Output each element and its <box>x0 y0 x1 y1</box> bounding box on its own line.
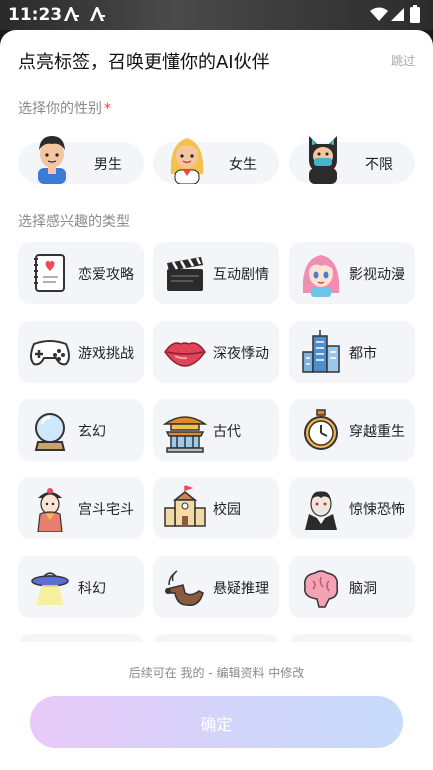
lips-icon <box>164 342 206 367</box>
ufo-icon <box>31 572 69 605</box>
anime-girl-icon <box>302 255 340 297</box>
interest-label: 恋爱攻略 <box>78 267 134 283</box>
interest-section-label: 选择感兴趣的类型 <box>18 214 130 230</box>
battery-icon <box>410 5 420 23</box>
interest-ancient[interactable]: 古代 <box>153 399 279 461</box>
clapperboard-icon <box>167 257 203 291</box>
interest-label: 游戏挑战 <box>78 346 134 362</box>
status-time: 11:23 <box>8 5 63 25</box>
boy-avatar-icon <box>38 136 66 184</box>
school-building-icon <box>164 485 206 527</box>
detective-pipe-icon <box>165 570 204 606</box>
interest-label: 宫斗宅斗 <box>78 502 134 518</box>
wifi-icon <box>370 7 388 21</box>
interest-late-night[interactable]: 深夜悸动 <box>153 321 279 383</box>
interest-label: 玄幻 <box>78 424 106 440</box>
gender-label-female: 女生 <box>229 157 257 173</box>
palace-lady-icon <box>37 488 63 532</box>
city-buildings-icon <box>302 330 340 373</box>
a-logo-icon <box>90 7 105 21</box>
interest-horror[interactable]: 惊悚恐怖 <box>289 477 415 539</box>
gender-label-male: 男生 <box>94 157 122 173</box>
required-mark: * <box>104 101 111 117</box>
stopwatch-icon <box>304 409 338 450</box>
interest-label: 脑洞 <box>349 581 377 597</box>
interest-urban[interactable]: 都市 <box>289 321 415 383</box>
interest-label: 都市 <box>349 346 377 362</box>
status-bar: 11:23 <box>0 0 433 30</box>
crystal-ball-icon <box>34 413 66 451</box>
interest-grid: 恋爱攻略 互动剧情 影视动漫 游戏挑战 深夜悸动 都市 玄幻 古代 穿越重生 宫… <box>18 242 418 652</box>
gamepad-icon <box>30 340 70 366</box>
interest-label: 古代 <box>213 424 241 440</box>
interest-time-travel[interactable]: 穿越重生 <box>289 399 415 461</box>
love-diary-icon <box>34 254 65 292</box>
interest-label: 深夜悸动 <box>213 346 269 362</box>
interest-label: 科幻 <box>78 581 106 597</box>
interest-interactive-story[interactable]: 互动剧情 <box>153 242 279 304</box>
confirm-button-label: 确定 <box>200 715 233 734</box>
interest-brain-hole[interactable]: 脑洞 <box>289 556 415 618</box>
cat-ninja-avatar-icon <box>309 136 337 184</box>
vampire-icon <box>305 491 337 530</box>
signal-icon <box>391 8 404 21</box>
brain-icon <box>303 570 339 608</box>
confirm-button[interactable]: 确定 <box>30 696 403 748</box>
interest-game-challenge[interactable]: 游戏挑战 <box>18 321 144 383</box>
interest-fantasy[interactable]: 玄幻 <box>18 399 144 461</box>
interest-scifi[interactable]: 科幻 <box>18 556 144 618</box>
interest-tag-sheet: 点亮标签，召唤更懂你的AI伙伴 跳过 选择你的性别 * 男生 女生 不限 选择感… <box>0 30 433 770</box>
girl-avatar-icon <box>170 138 204 184</box>
interest-palace-intrigue[interactable]: 宫斗宅斗 <box>18 477 144 539</box>
interest-label: 惊悚恐怖 <box>349 502 405 518</box>
interest-label: 悬疑推理 <box>213 581 269 597</box>
gender-option-female[interactable]: 女生 <box>153 138 279 184</box>
edit-later-hint: 后续可在 我的 - 编辑资料 中修改 <box>128 666 305 680</box>
page-title: 点亮标签，召唤更懂你的AI伙伴 <box>18 52 270 73</box>
gender-section-text: 选择你的性别 <box>18 101 102 117</box>
interest-label: 穿越重生 <box>349 424 405 440</box>
interest-anime[interactable]: 影视动漫 <box>289 242 415 304</box>
skip-button[interactable]: 跳过 <box>391 52 415 69</box>
interest-label: 校园 <box>213 502 241 518</box>
interest-label: 互动剧情 <box>213 267 269 283</box>
interest-love-strategy[interactable]: 恋爱攻略 <box>18 242 144 304</box>
interest-label: 影视动漫 <box>349 267 405 283</box>
gender-option-male[interactable]: 男生 <box>18 136 144 184</box>
interest-campus[interactable]: 校园 <box>153 477 279 539</box>
interest-mystery[interactable]: 悬疑推理 <box>153 556 279 618</box>
gender-label-any: 不限 <box>365 157 393 173</box>
a-logo-icon <box>64 7 79 21</box>
pagoda-icon <box>162 416 208 453</box>
gender-section-label: 选择你的性别 * <box>18 98 111 118</box>
gender-option-any[interactable]: 不限 <box>289 136 415 184</box>
